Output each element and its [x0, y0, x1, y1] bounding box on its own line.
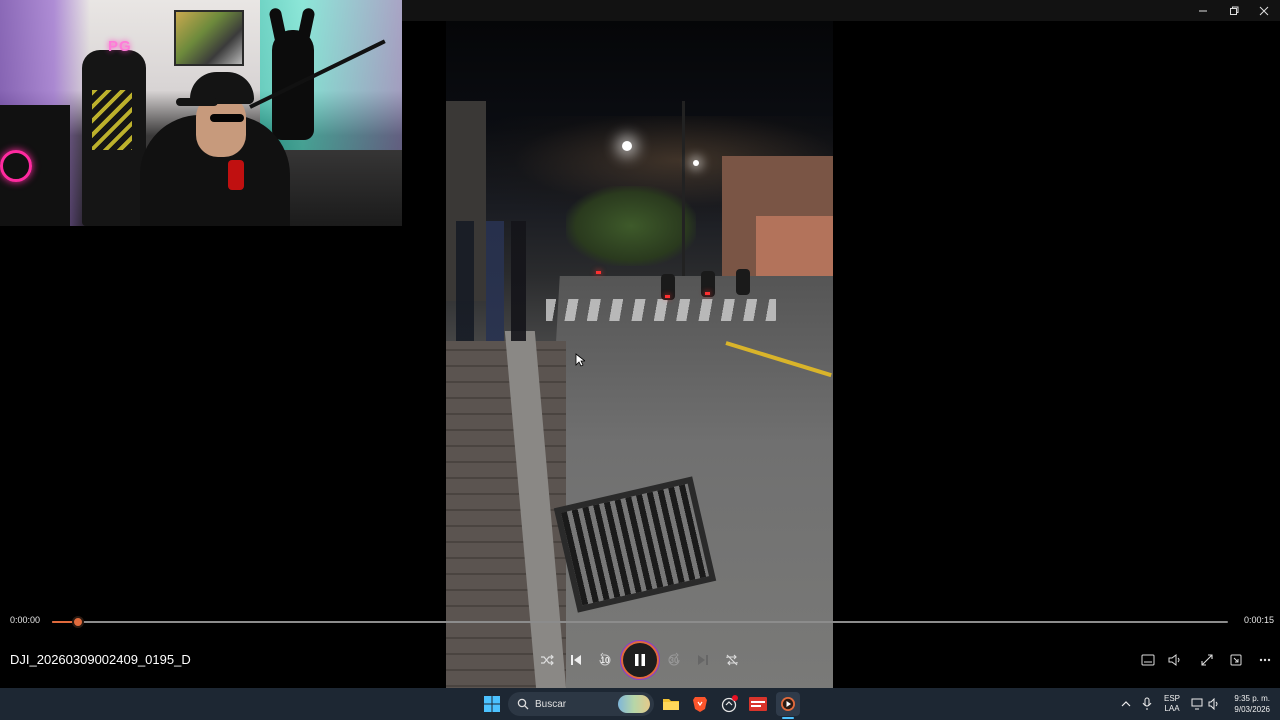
desktop: PG 0:00:00 0:00:15 DJI_20260309002409_01…	[0, 0, 1280, 720]
minimize-button[interactable]	[1187, 0, 1219, 21]
taskbar: Buscar ESP LAA 9:35 p. m. 9/03/2026	[0, 688, 1280, 720]
more-icon	[1259, 658, 1271, 662]
fullscreen-button[interactable]	[1193, 645, 1221, 675]
clock-date: 9/03/2026	[1234, 705, 1270, 714]
miniplayer-button[interactable]	[1222, 645, 1250, 675]
shuffle-button[interactable]	[533, 645, 561, 675]
close-icon	[1259, 6, 1269, 15]
webcam-rgb-fan	[0, 150, 32, 182]
mouse-cursor-icon	[575, 353, 585, 367]
start-button[interactable]	[480, 692, 504, 716]
volume-button[interactable]	[1161, 645, 1189, 675]
file-explorer-button[interactable]	[659, 692, 683, 716]
miniplayer-icon	[1230, 654, 1242, 666]
current-time: 0:00:00	[10, 615, 41, 625]
clock-time: 9:35 p. m.	[1234, 694, 1270, 703]
weather-icon	[618, 695, 650, 713]
webcam-cap-visor	[176, 98, 218, 106]
total-time: 0:00:15	[1244, 615, 1275, 625]
close-button[interactable]	[1248, 0, 1280, 21]
webcam-overlay: PG	[0, 0, 402, 226]
volume-icon	[1168, 654, 1180, 666]
replay-seconds-label: 10	[600, 655, 610, 665]
forward-seconds-label: 30	[669, 655, 679, 665]
minimize-icon	[1199, 10, 1207, 11]
subtitles-button[interactable]	[1134, 645, 1162, 675]
restore-button[interactable]	[1218, 0, 1250, 21]
repeat-off-icon	[726, 654, 738, 666]
video-street-light	[622, 141, 632, 151]
webcam-microphone	[228, 160, 244, 190]
video-people	[456, 221, 556, 341]
language-region: LAA	[1164, 704, 1180, 713]
seek-bar-row: 0:00:00 0:00:15	[0, 612, 1280, 632]
player-controls: DJI_20260309002409_0195_D 10 30	[0, 643, 1280, 677]
previous-button[interactable]	[562, 645, 590, 675]
taskbar-clock[interactable]: 9:35 p. m. 9/03/2026	[1224, 693, 1270, 715]
seek-bar[interactable]	[52, 621, 1228, 623]
voicemeeter-button[interactable]	[746, 692, 770, 716]
video-motorcycle	[736, 269, 750, 295]
file-explorer-icon	[663, 699, 679, 710]
language-code: ESP	[1163, 694, 1180, 703]
speaker-icon	[1208, 698, 1218, 710]
microphone-icon	[1142, 697, 1152, 710]
video-building-right-front	[756, 216, 833, 286]
video-street-pole	[682, 101, 685, 301]
webcam-wall-painting	[174, 10, 244, 66]
search-icon	[517, 698, 529, 710]
video-trees	[566, 186, 696, 266]
more-options-button[interactable]	[1251, 645, 1279, 675]
play-pause-button[interactable]	[623, 643, 657, 677]
media-player-taskbar-button[interactable]	[776, 692, 800, 719]
voicemeeter-icon	[749, 697, 767, 711]
fullscreen-icon	[1201, 654, 1213, 666]
play-pause-ring	[623, 643, 657, 677]
shuffle-icon	[541, 654, 554, 666]
video-tail-light	[596, 271, 601, 274]
app-button[interactable]	[717, 692, 741, 716]
next-icon	[698, 655, 708, 665]
file-name: DJI_20260309002409_0195_D	[10, 652, 191, 667]
microphone-tray-button[interactable]	[1135, 692, 1159, 716]
language-indicator[interactable]: ESP LAA	[1160, 694, 1184, 714]
webcam-neon-sign: PG	[108, 38, 132, 55]
next-button[interactable]	[689, 645, 717, 675]
webcam-chair-pattern	[92, 90, 132, 150]
chevron-up-icon	[1121, 701, 1131, 707]
webcam-sunglasses	[210, 114, 244, 122]
media-player-icon	[781, 697, 795, 711]
video-tail-light	[665, 295, 670, 298]
restore-icon	[1230, 6, 1239, 15]
seek-bar-thumb[interactable]	[71, 616, 84, 628]
taskbar-search[interactable]: Buscar	[508, 692, 654, 716]
video-crosswalk	[546, 299, 776, 321]
video-frame[interactable]	[446, 21, 833, 688]
pause-icon	[635, 654, 645, 666]
app-icon	[721, 695, 738, 713]
brave-icon	[693, 697, 707, 712]
video-street-light-2	[693, 160, 699, 166]
previous-icon	[571, 655, 581, 665]
search-placeholder: Buscar	[535, 698, 567, 710]
replay-10-button[interactable]: 10	[591, 645, 619, 675]
repeat-button[interactable]	[718, 645, 746, 675]
brave-browser-button[interactable]	[688, 692, 712, 716]
active-app-indicator	[782, 717, 794, 719]
subtitles-icon	[1141, 654, 1155, 666]
video-tail-light	[705, 292, 710, 295]
volume-tray-button[interactable]	[1202, 692, 1226, 716]
forward-30-button[interactable]: 30	[660, 645, 688, 675]
start-icon	[484, 696, 500, 712]
